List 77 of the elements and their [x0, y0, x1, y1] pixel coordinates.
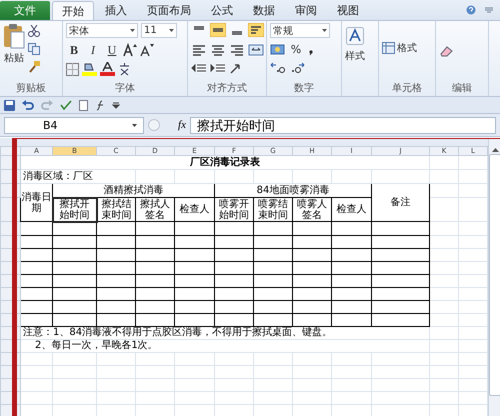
format-button[interactable]: I	[85, 42, 101, 58]
decrease-decimal-icon[interactable]	[289, 61, 305, 74]
column-heading: 擦拭人签名	[136, 198, 174, 222]
copy-icon[interactable]	[28, 43, 40, 55]
format-cells-icon	[382, 42, 395, 54]
help-icon[interactable]	[466, 5, 476, 15]
ribbon-tab[interactable]: 视图	[328, 1, 368, 20]
document-icon[interactable]	[79, 100, 88, 110]
name-box[interactable]: B4	[4, 116, 144, 134]
sheet-title: 厂区消毒记录表	[20, 156, 430, 170]
group-label: 数字	[293, 82, 315, 96]
ribbon-tab[interactable]: 文件	[0, 1, 50, 20]
scissors-icon[interactable]	[28, 25, 40, 37]
fill-color-icon[interactable]	[82, 62, 97, 76]
ribbon-tab[interactable]: 页面布局	[138, 1, 200, 20]
table-cell: 消毒区域：厂区	[20, 170, 136, 184]
dropdown-icon[interactable]	[130, 29, 135, 32]
ribbon-tab[interactable]: 开始	[52, 1, 94, 20]
font-color-icon[interactable]	[100, 62, 115, 76]
decrease-indent-icon[interactable]	[191, 63, 207, 75]
group-label: 单元格	[391, 82, 423, 96]
save-icon[interactable]	[4, 100, 15, 110]
formula-input[interactable]: 擦拭开始时间	[190, 116, 496, 134]
increase-decimal-icon[interactable]	[270, 61, 286, 74]
undo-icon[interactable]	[22, 100, 34, 110]
align-left-icon[interactable]	[191, 43, 207, 57]
font-name-field[interactable]: 宋体	[66, 23, 138, 38]
styles-button[interactable]: 样式	[345, 23, 365, 82]
note-text: 注意：1、84消毒液不得用于点胶区消毒，不得用于擦拭桌面、键盘。	[20, 326, 430, 339]
group-label: 对齐方式	[206, 82, 248, 96]
percent-button[interactable]: %	[289, 43, 303, 56]
brush-icon[interactable]	[28, 61, 40, 73]
column-heading: 喷雾人签名	[292, 198, 332, 222]
increase-indent-icon[interactable]	[210, 63, 226, 75]
scrollbar-thumb[interactable]	[489, 154, 500, 396]
minimize-ribbon-icon[interactable]	[484, 5, 494, 15]
ribbon-tab[interactable]: 审阅	[286, 1, 326, 20]
ribbon-tab[interactable]: 数据	[244, 1, 284, 20]
phonetic-guide-icon[interactable]	[118, 62, 131, 76]
format-button[interactable]: 格式	[382, 41, 417, 55]
column-heading: 喷雾开始时间	[214, 198, 254, 222]
note-text: 2、每日一次，早晚各1次。	[20, 339, 430, 352]
column-heading: 喷雾结束时间	[254, 198, 292, 222]
insert-function-button[interactable]: fx	[164, 119, 186, 131]
dropdown-icon[interactable]	[169, 29, 174, 32]
column-heading: 检查人	[174, 198, 214, 222]
column-heading: 84地面喷雾消毒	[214, 184, 372, 198]
currency-icon[interactable]	[270, 43, 286, 56]
column-heading: 备注	[372, 184, 430, 222]
wrap-text-icon[interactable]	[248, 23, 264, 37]
align-right-icon[interactable]	[229, 43, 245, 57]
clipboard-icon	[3, 23, 25, 49]
styles-icon	[346, 27, 364, 45]
grow-font-icon[interactable]	[123, 43, 137, 57]
merge-cells-icon[interactable]	[248, 43, 264, 57]
group-label: 剪贴板	[15, 82, 47, 96]
number-format-field[interactable]: 常规	[270, 23, 330, 38]
borders-icon[interactable]	[66, 62, 79, 76]
column-heading: 擦拭开始时间	[52, 198, 96, 222]
ribbon-tab[interactable]: 公式	[202, 1, 242, 20]
group-label: 编辑	[451, 82, 473, 96]
scroll-up-icon[interactable]	[492, 148, 498, 152]
format-button[interactable]: B	[66, 42, 82, 58]
dropdown-icon[interactable]	[322, 29, 327, 32]
customize-icon[interactable]	[112, 101, 120, 109]
eraser-icon[interactable]	[439, 45, 453, 57]
paste-button[interactable]: 粘贴	[3, 23, 25, 65]
format-button[interactable]: U	[104, 42, 120, 58]
font-size-field[interactable]: 11	[141, 23, 177, 38]
column-heading: 擦拭结束时间	[96, 198, 136, 222]
align-middle-icon[interactable]	[210, 23, 226, 37]
align-center-icon[interactable]	[210, 43, 226, 57]
function-icon[interactable]	[95, 100, 105, 110]
group-label: 字体	[114, 82, 136, 96]
ribbon-tab[interactable]: 插入	[96, 1, 136, 20]
dropdown-icon[interactable]	[132, 124, 137, 126]
shrink-font-icon[interactable]	[140, 43, 154, 57]
